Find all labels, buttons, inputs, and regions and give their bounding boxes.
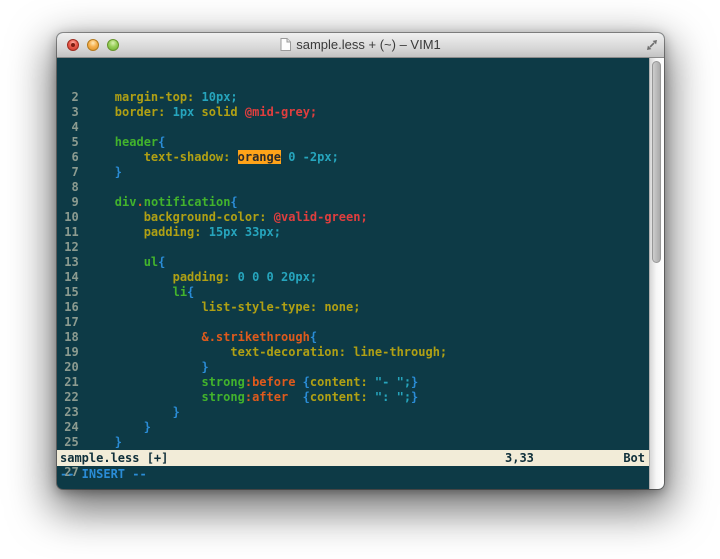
code-line[interactable]: 2 margin-top: 10px;	[57, 90, 649, 105]
code-line[interactable]: 10 background-color: @valid-green;	[57, 210, 649, 225]
line-number: 19	[57, 345, 79, 360]
code-text: }	[86, 435, 122, 450]
code-line[interactable]: 22 strong:after {content: ": ";}	[57, 390, 649, 405]
line-number: 24	[57, 420, 79, 435]
code-line[interactable]: 8	[57, 180, 649, 195]
editor-content: 2 margin-top: 10px;3 border: 1px solid @…	[57, 58, 664, 489]
code-text: div.notification{	[86, 195, 238, 210]
code-line[interactable]: 17	[57, 315, 649, 330]
line-number: 23	[57, 405, 79, 420]
fullscreen-expand-icon	[645, 38, 659, 52]
line-number: 9	[57, 195, 79, 210]
line-number: 6	[57, 150, 79, 165]
code-text: margin-top: 10px;	[86, 90, 238, 105]
line-number: 8	[57, 180, 79, 195]
line-number: 21	[57, 375, 79, 390]
minimize-button[interactable]	[87, 39, 99, 51]
code-text: }	[86, 165, 122, 180]
code-text: }	[86, 405, 180, 420]
code-line[interactable]: 5 header{	[57, 135, 649, 150]
code-line[interactable]: 4	[57, 120, 649, 135]
close-button[interactable]	[67, 39, 79, 51]
code-line[interactable]: 19 text-decoration: line-through;	[57, 345, 649, 360]
line-number: 17	[57, 315, 79, 330]
traffic-lights	[67, 33, 119, 57]
line-number: 2	[57, 90, 79, 105]
statusline-position: Bot	[623, 450, 645, 466]
line-number: 20	[57, 360, 79, 375]
code-text: background-color: @valid-green;	[86, 210, 368, 225]
line-number: 3	[57, 105, 79, 120]
code-line[interactable]: 20 }	[57, 360, 649, 375]
code-line[interactable]: 13 ul{	[57, 255, 649, 270]
line-number: 7	[57, 165, 79, 180]
code-line[interactable]: 12	[57, 240, 649, 255]
code-text: li{	[86, 285, 194, 300]
code-text: text-decoration: line-through;	[86, 345, 447, 360]
code-line[interactable]: 15 li{	[57, 285, 649, 300]
code-line[interactable]: 25 }	[57, 435, 649, 450]
code-text: list-style-type: none;	[86, 300, 361, 315]
code-line[interactable]: 6 text-shadow: orange 0 -2px;	[57, 150, 649, 165]
code-line[interactable]: 11 padding: 15px 33px;	[57, 225, 649, 240]
fullscreen-button[interactable]	[645, 38, 659, 52]
line-number: 16	[57, 300, 79, 315]
vim-statusline[interactable]: sample.less [+] 3,33 Bot	[57, 450, 649, 466]
code-line[interactable]: 7 }	[57, 165, 649, 180]
code-text: ul{	[86, 255, 165, 270]
code-text: header{	[86, 135, 166, 150]
code-line[interactable]: 14 padding: 0 0 0 20px;	[57, 270, 649, 285]
code-line[interactable]: 24 }	[57, 420, 649, 435]
window-title: sample.less + (~) – VIM1	[296, 37, 441, 52]
code-text: text-shadow: orange 0 -2px;	[86, 150, 339, 165]
zoom-button[interactable]	[107, 39, 119, 51]
window-titlebar[interactable]: sample.less + (~) – VIM1	[57, 33, 664, 58]
code-line[interactable]: 16 list-style-type: none;	[57, 300, 649, 315]
code-text: strong:before {content: "- ";}	[86, 375, 418, 390]
line-number: 13	[57, 255, 79, 270]
line-number: 11	[57, 225, 79, 240]
document-icon	[280, 38, 291, 51]
code-text: }	[86, 420, 151, 435]
scrollbar[interactable]	[649, 58, 664, 489]
title-area: sample.less + (~) – VIM1	[280, 37, 441, 53]
line-number: 15	[57, 285, 79, 300]
code-line[interactable]: 21 strong:before {content: "- ";}	[57, 375, 649, 390]
line-number: 18	[57, 330, 79, 345]
code-line[interactable]: 9 div.notification{	[57, 195, 649, 210]
code-text: strong:after {content: ": ";}	[86, 390, 418, 405]
code-text: border: 1px solid @mid-grey;	[86, 105, 317, 120]
scrollbar-thumb[interactable]	[652, 61, 661, 263]
line-number: 22	[57, 390, 79, 405]
line-number: 4	[57, 120, 79, 135]
editor-lines: 2 margin-top: 10px;3 border: 1px solid @…	[57, 88, 649, 480]
line-number: 14	[57, 270, 79, 285]
editor-area[interactable]: 2 margin-top: 10px;3 border: 1px solid @…	[57, 58, 649, 489]
line-number: 25	[57, 435, 79, 450]
vim-window: sample.less + (~) – VIM1 2 margin-top: 1…	[57, 33, 664, 489]
code-text: &.strikethrough{	[86, 330, 317, 345]
code-line[interactable]: 23 }	[57, 405, 649, 420]
line-number: 12	[57, 240, 79, 255]
code-line[interactable]: 18 &.strikethrough{	[57, 330, 649, 345]
vim-commandline: -- INSERT --	[60, 466, 649, 482]
code-line[interactable]: 3 border: 1px solid @mid-grey;	[57, 105, 649, 120]
line-number: 10	[57, 210, 79, 225]
statusline-ruler: 3,33	[505, 450, 534, 466]
code-text: padding: 15px 33px;	[86, 225, 281, 240]
line-number: 5	[57, 135, 79, 150]
statusline-filename: sample.less [+]	[60, 450, 168, 466]
insert-mode-indicator: -- INSERT --	[60, 467, 147, 481]
code-text: }	[86, 360, 209, 375]
code-text: padding: 0 0 0 20px;	[86, 270, 317, 285]
